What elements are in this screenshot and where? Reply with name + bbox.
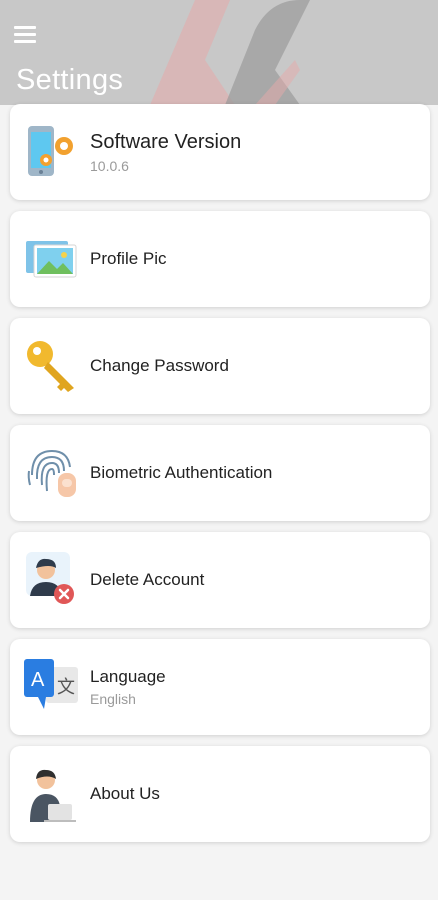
setting-label: Change Password [90, 356, 229, 375]
header: Settings [0, 0, 438, 105]
setting-software-version[interactable]: Software Version 10.0.6 [10, 104, 430, 200]
page-title: Settings [16, 64, 124, 96]
setting-language[interactable]: 文 A Language English [10, 639, 430, 735]
user-remove-icon [26, 552, 74, 604]
photo-icon [26, 241, 77, 278]
setting-change-password[interactable]: Change Password [10, 318, 430, 414]
menu-icon[interactable] [14, 26, 38, 46]
setting-label: Language [90, 667, 166, 686]
setting-label: About Us [90, 784, 160, 803]
setting-label: Biometric Authentication [90, 463, 273, 482]
setting-delete-account[interactable]: Delete Account [10, 532, 430, 628]
person-laptop-icon [30, 769, 76, 822]
translate-icon: 文 A [24, 659, 78, 709]
settings-list: Software Version 10.0.6 Profile Pic Chan… [10, 104, 430, 853]
setting-sub: 10.0.6 [90, 157, 129, 174]
setting-label: Profile Pic [90, 249, 167, 268]
key-icon [27, 341, 74, 392]
setting-about-us[interactable]: About Us [10, 746, 430, 842]
setting-biometric-authentication[interactable]: Biometric Authentication [10, 425, 430, 521]
svg-text:文: 文 [57, 677, 75, 697]
phone-gear-icon [28, 126, 73, 176]
setting-profile-pic[interactable]: Profile Pic [10, 211, 430, 307]
fingerprint-icon [27, 449, 76, 497]
svg-text:A: A [31, 669, 45, 691]
setting-label: Delete Account [90, 570, 205, 589]
setting-label: Software Version [90, 130, 242, 153]
setting-sub: English [90, 691, 136, 707]
